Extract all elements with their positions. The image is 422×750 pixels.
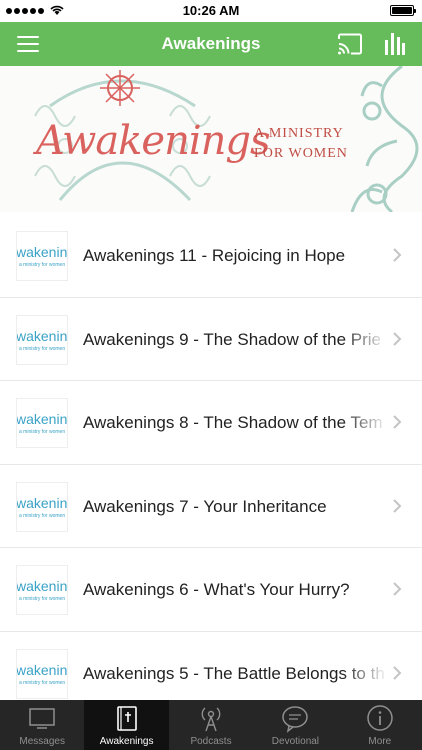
- thumbnail: wakening a ministry for women: [16, 231, 68, 281]
- tab-devotional[interactable]: Devotional: [253, 700, 337, 750]
- item-title: Awakenings 11 - Rejoicing in Hope: [83, 246, 346, 265]
- chevron-right-icon: [393, 582, 402, 596]
- equalizer-icon[interactable]: [384, 31, 406, 57]
- tab-label: Devotional: [271, 736, 320, 747]
- list-item[interactable]: wakening a ministry for women Awakenings…: [0, 381, 422, 465]
- banner-logo: Awakenings: [36, 118, 271, 164]
- item-title: Awakenings 7 - Your Inheritance: [83, 496, 327, 516]
- chevron-right-icon: [393, 415, 402, 429]
- tab-bar: Messages Awakenings Podcasts Devotional: [0, 700, 422, 750]
- tab-more[interactable]: More: [338, 700, 422, 750]
- ministry-banner: Awakenings A MINISTRY FOR WOMEN: [0, 66, 422, 212]
- item-title: Awakenings 9 - The Shadow of the Prie: [83, 329, 381, 349]
- tab-label: Awakenings: [99, 736, 154, 747]
- nav-bar: Awakenings: [0, 22, 422, 66]
- tab-messages[interactable]: Messages: [0, 700, 84, 750]
- list-item[interactable]: wakening a ministry for women Awakenings…: [0, 548, 422, 632]
- monitor-icon: [29, 708, 55, 729]
- status-bar: 10:26 AM: [0, 0, 422, 22]
- bible-icon: [116, 706, 137, 731]
- chevron-right-icon: [393, 248, 402, 262]
- chat-bubble-icon: [282, 706, 309, 733]
- list-item[interactable]: wakening a ministry for women Awakenings…: [0, 297, 422, 381]
- podcast-icon: [201, 707, 221, 732]
- tab-podcasts[interactable]: Podcasts: [169, 700, 253, 750]
- list-item[interactable]: wakening a ministry for women Awakenings…: [0, 464, 422, 548]
- tab-label: Podcasts: [190, 736, 232, 747]
- item-title: Awakenings 6 - What's Your Hurry?: [83, 580, 350, 599]
- thumbnail: wakening a ministry for women: [16, 648, 68, 699]
- item-title: Awakenings 8 - The Shadow of the Tem: [83, 413, 383, 432]
- cast-icon[interactable]: [337, 33, 363, 55]
- item-title: Awakenings 5 - The Battle Belongs to th: [83, 663, 385, 683]
- chevron-right-icon: [393, 665, 402, 680]
- thumbnail: wakening a ministry for women: [16, 565, 68, 615]
- thumbnail: wakening a ministry for women: [16, 398, 68, 448]
- tab-label: Messages: [19, 736, 65, 747]
- thumbnail: wakening a ministry for women: [16, 314, 68, 365]
- list-item[interactable]: wakening a ministry for women Awakenings…: [0, 214, 422, 298]
- status-time: 10:26 AM: [182, 3, 240, 18]
- floral-ornament-right: [350, 66, 419, 212]
- sermon-list: wakening a ministry for women Awakenings…: [0, 214, 422, 715]
- info-icon: [367, 705, 393, 731]
- chevron-right-icon: [393, 331, 402, 346]
- chevron-right-icon: [393, 498, 402, 513]
- tab-awakenings[interactable]: Awakenings: [84, 700, 169, 750]
- tab-label: More: [368, 736, 392, 747]
- battery-icon: [390, 5, 416, 16]
- thumbnail: wakening a ministry for women: [16, 481, 68, 532]
